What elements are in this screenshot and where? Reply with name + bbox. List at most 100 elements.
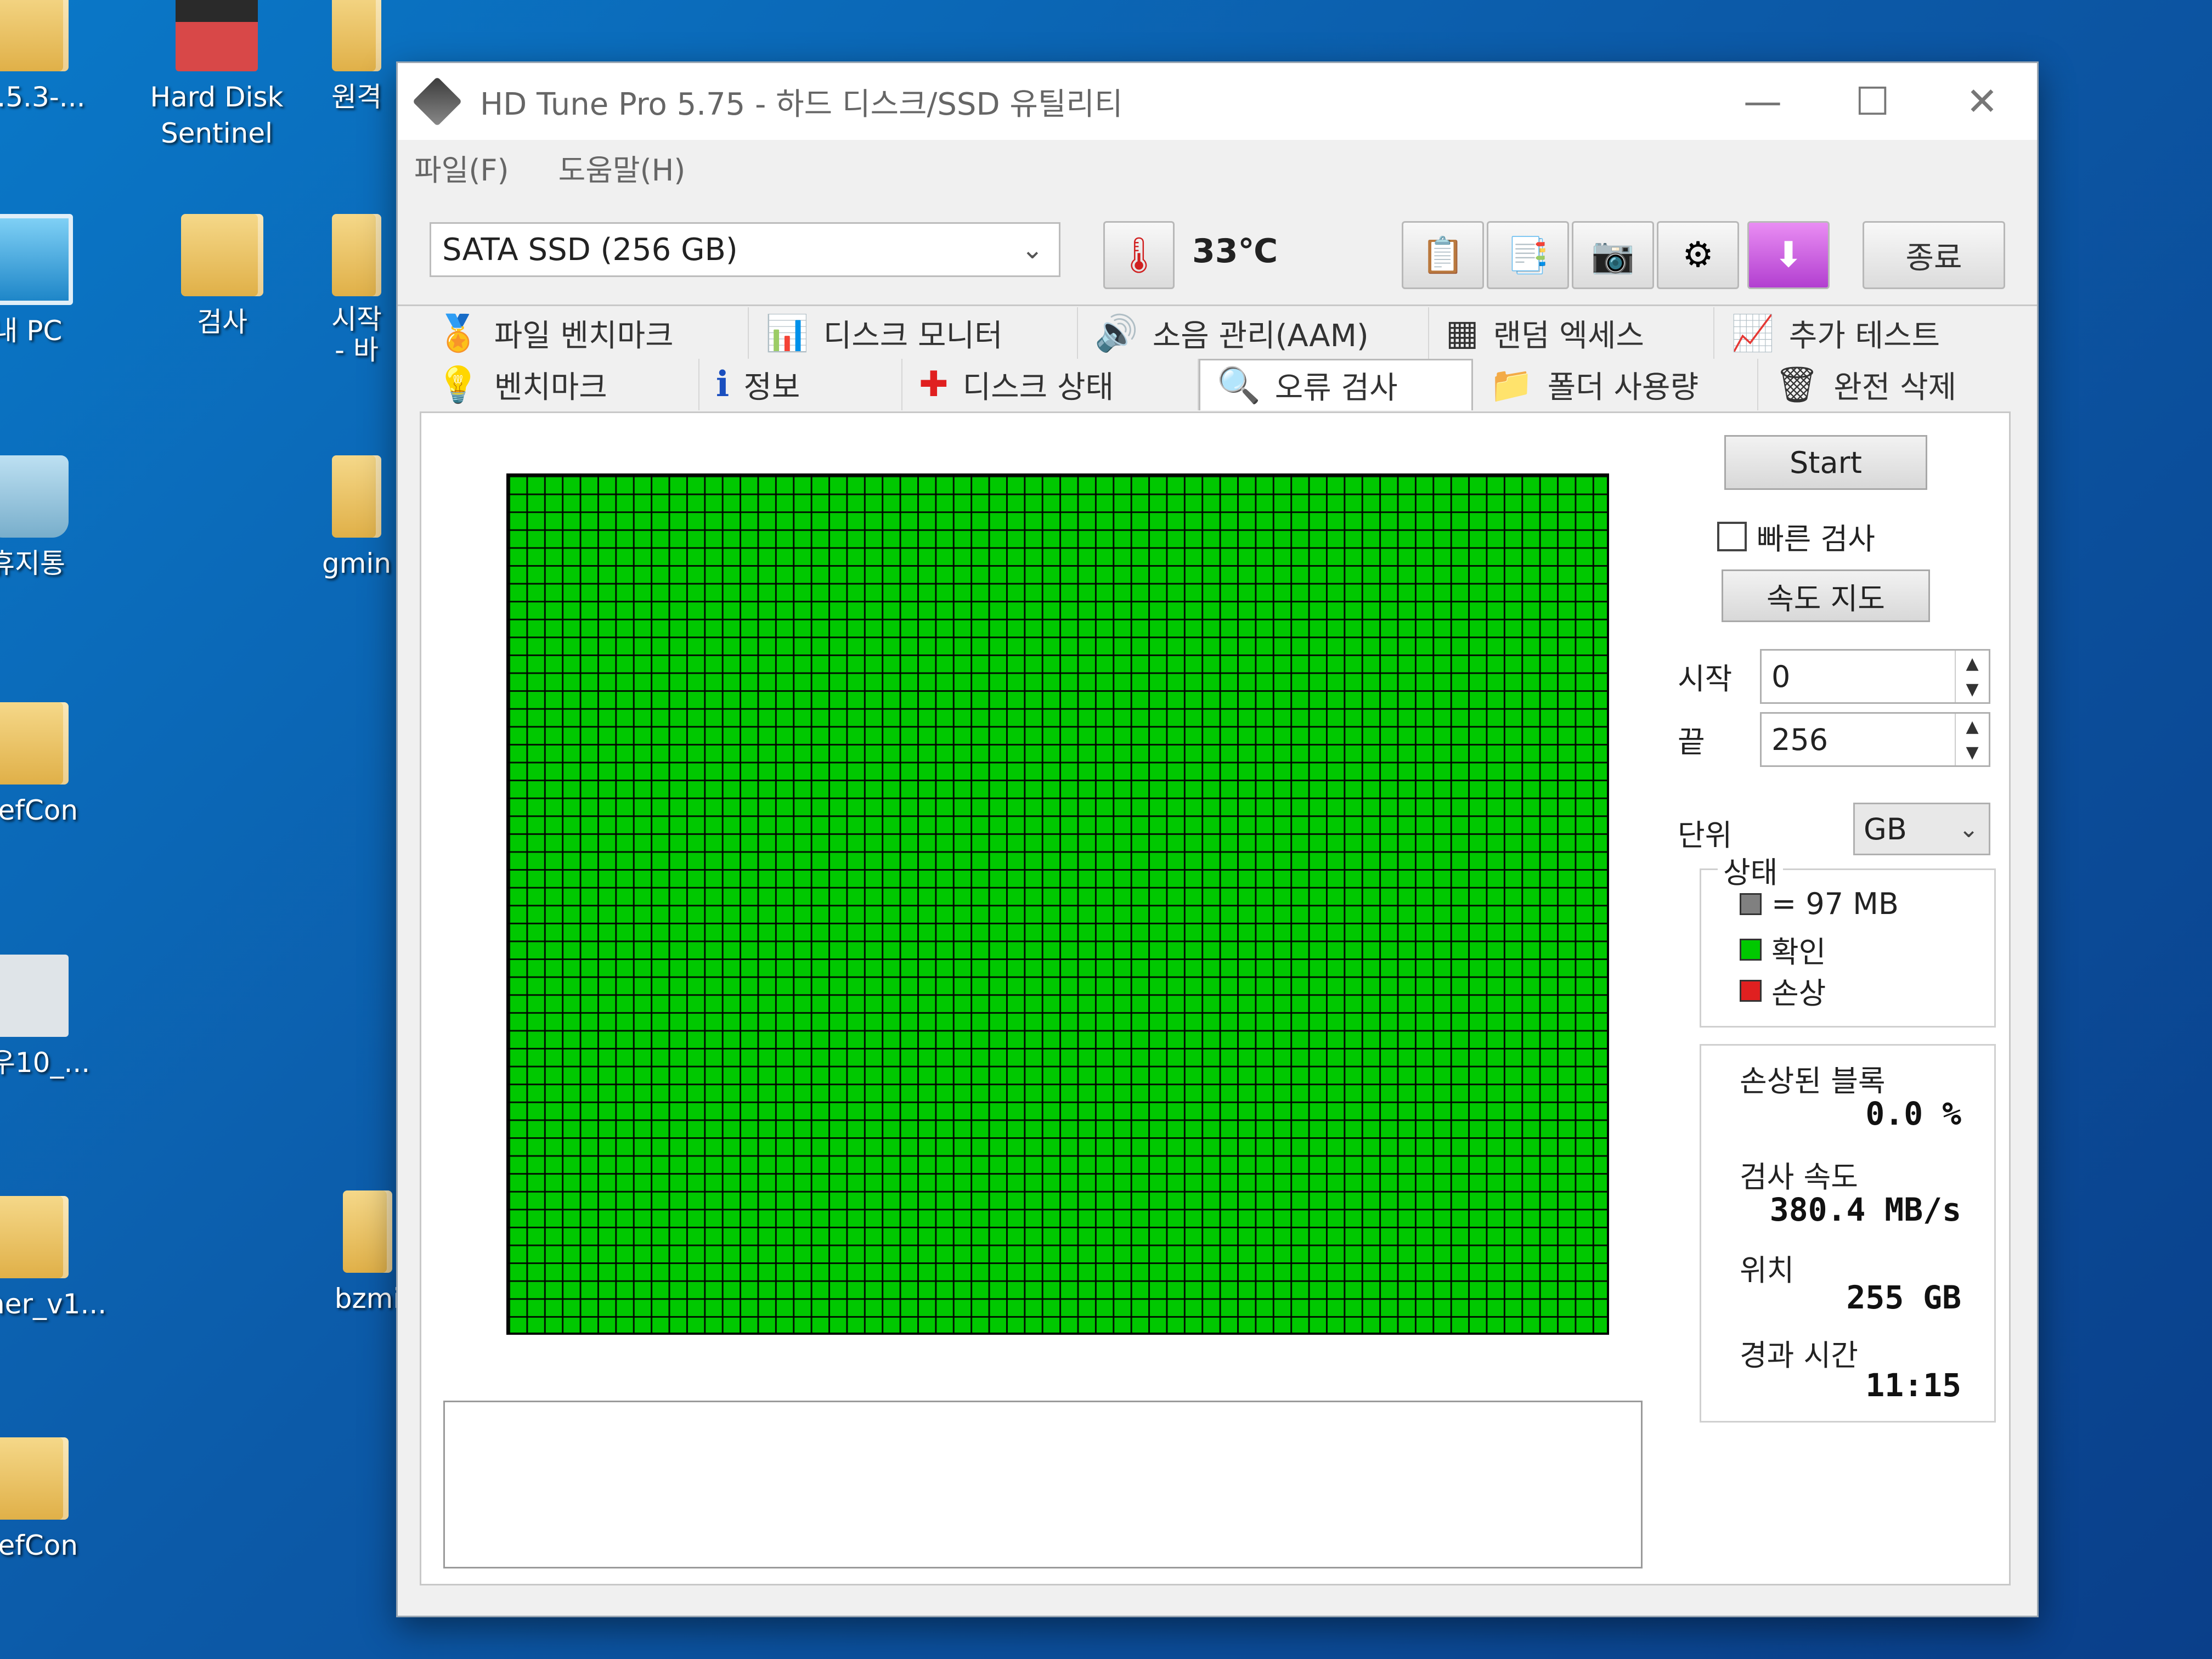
folder-icon <box>0 0 69 71</box>
maximize-button[interactable]: ☐ <box>1818 63 1927 140</box>
tab-label: 디스크 상태 <box>962 369 1114 405</box>
end-field[interactable]: 256 ▲ ▼ <box>1760 712 1990 767</box>
tab-aam[interactable]: 🔊 소음 관리(AAM) <box>1078 307 1429 359</box>
speed-map-button[interactable]: 속도 지도 <box>1722 569 1930 622</box>
tab-label: 소음 관리(AAM) <box>1152 318 1369 354</box>
temperature-icon: 🌡 <box>1103 221 1175 289</box>
desktop-icon-start-shortcut[interactable]: 시작 - 바 <box>307 214 406 365</box>
desktop-icon-this-pc[interactable]: 내 PC <box>0 214 99 349</box>
position-value: 255 GB <box>1846 1279 1961 1316</box>
desktop-icon-label: DefCon <box>0 1530 78 1561</box>
chevron-down-icon: ⌄ <box>1959 815 1979 843</box>
folder-icon <box>332 0 381 71</box>
desktop-icon-defcon-zip[interactable]: DefCon <box>0 702 99 828</box>
copy-text-icon[interactable]: 📋 <box>1402 221 1484 289</box>
tab-info[interactable]: ℹ 정보 <box>699 359 902 410</box>
options-icon[interactable]: ⚙ <box>1657 221 1739 289</box>
exit-button[interactable]: 종료 <box>1863 221 2005 289</box>
spin-up-icon[interactable]: ▲ <box>1966 654 1978 673</box>
tab-label: 폴더 사용량 <box>1547 369 1699 405</box>
desktop-icon-hard-disk-sentinel[interactable]: Hard Disk Sentinel <box>145 0 288 151</box>
screenshot-icon[interactable]: 📷 <box>1572 221 1654 289</box>
tab-label: 오류 검사 <box>1274 370 1398 406</box>
desktop-icon-windows10[interactable]: 도우10_... <box>0 955 99 1081</box>
spin-up-icon[interactable]: ▲ <box>1966 717 1978 736</box>
tab-file-benchmark[interactable]: 🏅 파일 벤치마크 <box>420 307 749 359</box>
folder-icon <box>343 1190 392 1273</box>
desktop-icon-label: 시작 - 바 <box>331 303 382 366</box>
title-bar[interactable]: HD Tune Pro 5.75 - 하드 디스크/SSD 유틸리티 — ☐ ✕ <box>398 63 2037 140</box>
desktop-icon-recycle-bin[interactable]: 휴지통 <box>0 455 99 582</box>
spin-down-icon[interactable]: ▼ <box>1966 743 1978 762</box>
temperature-value: 33℃ <box>1192 232 1278 270</box>
tab-disk-monitor[interactable]: 📊 디스크 모니터 <box>749 307 1078 359</box>
tab-extra-tests[interactable]: 📈 추가 테스트 <box>1714 307 2000 359</box>
tab-secure-erase[interactable]: 🗑 완전 삭제 <box>1758 359 2000 410</box>
end-spinner[interactable]: ▲ ▼ <box>1955 714 1989 765</box>
desktop-icon-label: gmin <box>321 548 392 579</box>
desktop-icon-folder-top-left[interactable]: -1.5.3-... <box>0 0 99 115</box>
hard-disk-sentinel-icon <box>176 0 258 71</box>
start-spinner[interactable]: ▲ ▼ <box>1955 651 1989 702</box>
disk-monitor-icon: 📊 <box>765 313 809 354</box>
desktop-icon-label: 검사 <box>197 306 247 338</box>
tab-disk-health[interactable]: ✚ 디스크 상태 <box>902 359 1199 410</box>
green-swatch <box>1740 938 1762 961</box>
tab-benchmark[interactable]: 💡 벤치마크 <box>420 359 699 410</box>
status-legend: 상태 = 97 MB 확인 손상 <box>1700 848 1996 1028</box>
scan-controls: Start 빠른 검사 속도 지도 시작 0 ▲ ▼ 끝 256 ▲ ▼ 단위 GB… <box>1678 413 1996 1587</box>
tab-label: 디스크 모니터 <box>823 318 1003 354</box>
log-area <box>443 1401 1643 1568</box>
computer-icon <box>0 214 73 305</box>
recycle-bin-icon <box>0 455 69 538</box>
window-title: HD Tune Pro 5.75 - 하드 디스크/SSD 유틸리티 <box>480 86 1123 122</box>
desktop-icon-label: 원격 <box>331 81 382 113</box>
desktop-icon-scan-folder[interactable]: 검사 <box>151 214 294 340</box>
desktop-icon-remote[interactable]: 원격 <box>307 0 406 115</box>
status-title: 상태 <box>1718 848 1784 891</box>
trash-icon: 🗑 <box>1775 364 1820 405</box>
block-map <box>506 473 1609 1335</box>
error-scan-panel: Start 빠른 검사 속도 지도 시작 0 ▲ ▼ 끝 256 ▲ ▼ 단위 GB… <box>420 411 2011 1585</box>
tab-random-access[interactable]: ▦ 랜덤 엑세스 <box>1429 307 1714 359</box>
folder-icon: 📁 <box>1489 364 1533 405</box>
tab-row-1: 🏅 파일 벤치마크 📊 디스크 모니터 🔊 소음 관리(AAM) ▦ 랜덤 엑세… <box>420 307 2011 359</box>
download-icon[interactable]: ⬇ <box>1747 221 1830 289</box>
drive-select-value: SATA SSD (256 GB) <box>442 232 738 268</box>
gear-icon <box>0 955 69 1037</box>
quick-scan-checkbox[interactable] <box>1717 521 1747 551</box>
drive-select[interactable]: SATA SSD (256 GB) ⌄ <box>430 222 1060 277</box>
spin-down-icon[interactable]: ▼ <box>1966 680 1978 699</box>
end-field-label: 끝 <box>1678 725 1705 759</box>
tab-folder-usage[interactable]: 📁 폴더 사용량 <box>1473 359 1758 410</box>
end-field-value: 256 <box>1771 722 1829 757</box>
damaged-blocks-label: 손상된 블록 <box>1740 1064 1886 1098</box>
elapsed-time-label: 경과 시간 <box>1740 1338 1858 1373</box>
tab-label: 완전 삭제 <box>1833 369 1957 405</box>
menu-file[interactable]: 파일(F) <box>414 146 509 189</box>
menu-help[interactable]: 도움말(H) <box>558 146 686 189</box>
desktop-icon-label: 도우10_... <box>0 1047 91 1079</box>
quick-scan-option[interactable]: 빠른 검사 <box>1717 515 1875 558</box>
elapsed-time-value: 11:15 <box>1865 1367 1961 1404</box>
desktop-icon-defcon[interactable]: DefCon <box>0 1437 99 1564</box>
tab-label: 벤치마크 <box>494 369 607 405</box>
tab-row-2: 💡 벤치마크 ℹ 정보 ✚ 디스크 상태 🔍 오류 검사 📁 폴더 사용량 🗑 <box>420 359 2011 410</box>
close-button[interactable]: ✕ <box>1927 63 2037 140</box>
copy-all-icon[interactable]: 📑 <box>1487 221 1569 289</box>
unit-select[interactable]: GB ⌄ <box>1853 803 1990 855</box>
legend-block-size: = 97 MB <box>1740 887 1899 921</box>
folder-icon <box>181 214 263 296</box>
desktop-icon-gmin[interactable]: gmin <box>307 455 406 582</box>
desktop-icon-label: Hard Disk Sentinel <box>150 81 284 149</box>
desktop-icon-label: Miner_v1... <box>0 1288 107 1320</box>
desktop-icon-miner[interactable]: Miner_v1... <box>0 1196 107 1322</box>
app-icon <box>412 76 462 127</box>
start-field[interactable]: 0 ▲ ▼ <box>1760 649 1990 704</box>
desktop-icon-label: 휴지통 <box>0 548 65 579</box>
minimize-button[interactable]: — <box>1708 63 1818 140</box>
scan-speed-value: 380.4 MB/s <box>1769 1191 1961 1228</box>
start-button[interactable]: Start <box>1724 435 1927 490</box>
folder-icon <box>0 1196 69 1278</box>
tab-error-scan[interactable]: 🔍 오류 검사 <box>1199 359 1473 410</box>
